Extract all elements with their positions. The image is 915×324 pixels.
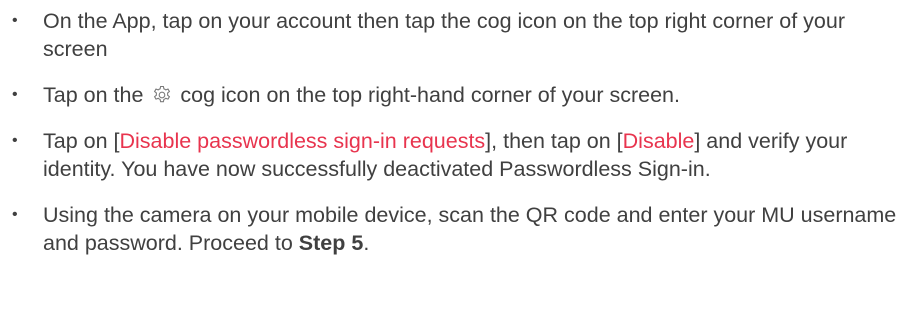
bullet: •	[12, 132, 18, 149]
step-text: On the App, tap on your account then tap…	[43, 9, 845, 61]
step-text: Using the camera on your mobile device, …	[43, 203, 897, 255]
step-disable-passwordless: • Tap on [Disable passwordless sign-in r…	[0, 127, 915, 183]
bullet: •	[12, 86, 18, 103]
step-5-reference: Step 5	[298, 231, 364, 255]
bullet: •	[12, 206, 18, 223]
disable-passwordless-requests-label: Disable passwordless sign-in requests	[119, 129, 486, 153]
step-text-part2: ], then tap on [	[485, 129, 623, 153]
step-text-after-icon: cog icon on the top right-hand corner of…	[180, 83, 680, 107]
step-tap-cog: • Tap on the cog icon on the top right-h…	[0, 81, 915, 109]
instruction-list: • On the App, tap on your account then t…	[0, 7, 915, 257]
step-text-before-icon: Tap on the	[43, 83, 144, 107]
bullet: •	[12, 12, 18, 29]
step-text-part1: Tap on [	[43, 129, 120, 153]
step-scan-qr: • Using the camera on your mobile device…	[0, 201, 915, 257]
step-account-cog: • On the App, tap on your account then t…	[0, 7, 915, 63]
disable-label: Disable	[622, 129, 695, 153]
step-text-end: .	[363, 231, 370, 255]
cog-icon	[152, 85, 172, 105]
